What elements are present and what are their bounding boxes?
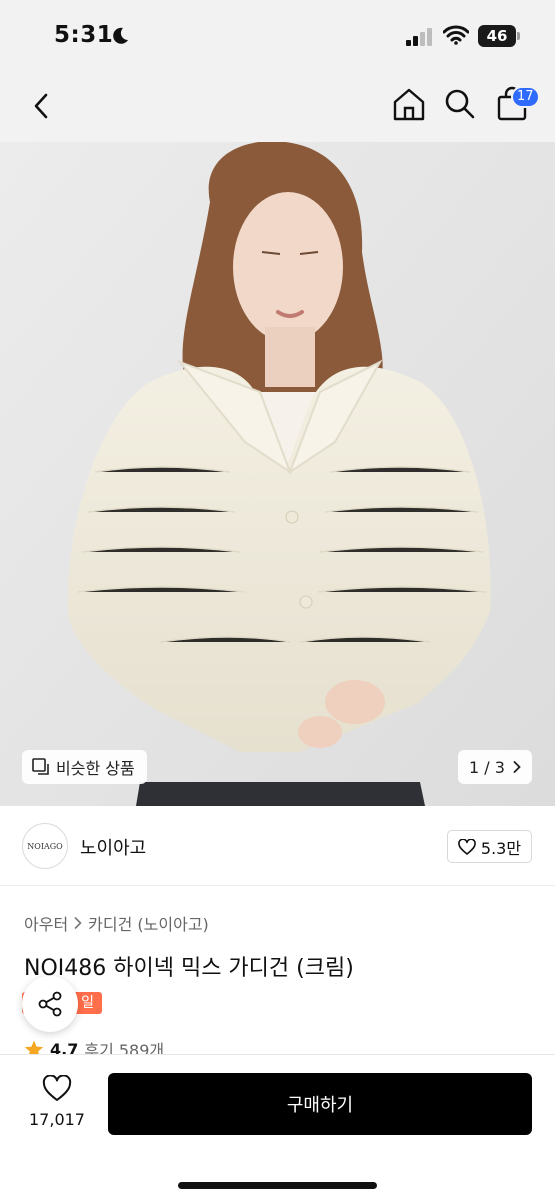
breadcrumb-category[interactable]: 아우터 <box>24 911 68 935</box>
brand-like-count: 5.3만 <box>480 838 522 858</box>
search-icon[interactable] <box>444 88 476 120</box>
chevron-right-icon <box>74 917 82 929</box>
battery-level: 46 <box>486 27 508 45</box>
heart-icon <box>42 1074 72 1101</box>
status-bar: 5:31 46 <box>0 0 555 70</box>
brand-logo-text: NOIAGO <box>27 841 63 851</box>
copy-icon <box>32 758 49 775</box>
brand-logo[interactable]: NOIAGO <box>22 823 68 869</box>
product-photo <box>0 142 555 806</box>
bottom-purchase-bar: 17,017 구매하기 <box>0 1054 555 1200</box>
buy-button[interactable]: 구매하기 <box>108 1073 532 1135</box>
wishlist-button[interactable]: 17,017 <box>22 1074 92 1129</box>
image-pager[interactable]: 1 / 3 <box>458 750 532 784</box>
chevron-right-icon <box>513 761 521 773</box>
cellular-signal-icon <box>406 28 432 46</box>
image-pager-text: 1 / 3 <box>469 757 505 777</box>
heart-icon <box>458 838 476 855</box>
battery-indicator: 46 <box>478 25 520 47</box>
similar-products-button[interactable]: 비슷한 상품 <box>22 750 147 784</box>
wifi-icon <box>443 25 469 45</box>
status-time: 5:31 <box>54 22 114 48</box>
product-image[interactable] <box>0 142 555 806</box>
breadcrumb-subcategory[interactable]: 카디건 (노이아고) <box>88 911 209 935</box>
similar-products-label: 비슷한 상품 <box>56 759 135 778</box>
breadcrumb: 아우터 카디건 (노이아고) <box>24 911 209 935</box>
top-nav-bar <box>0 70 555 142</box>
home-icon[interactable] <box>392 86 426 122</box>
brand-like-button[interactable]: 5.3만 <box>447 830 532 863</box>
brand-row[interactable]: NOIAGO 노이아고 5.3만 <box>0 806 555 886</box>
moon-icon <box>113 27 128 44</box>
brand-name[interactable]: 노이아고 <box>80 834 146 860</box>
share-button[interactable] <box>22 976 78 1032</box>
home-indicator <box>178 1182 377 1189</box>
wishlist-count: 17,017 <box>29 1110 85 1129</box>
back-arrow-icon[interactable] <box>28 90 56 122</box>
product-title: NOI486 하이넥 믹스 가디건 (크림) <box>24 956 354 981</box>
share-icon <box>38 991 62 1017</box>
cart-count-badge: 17 <box>511 86 540 108</box>
